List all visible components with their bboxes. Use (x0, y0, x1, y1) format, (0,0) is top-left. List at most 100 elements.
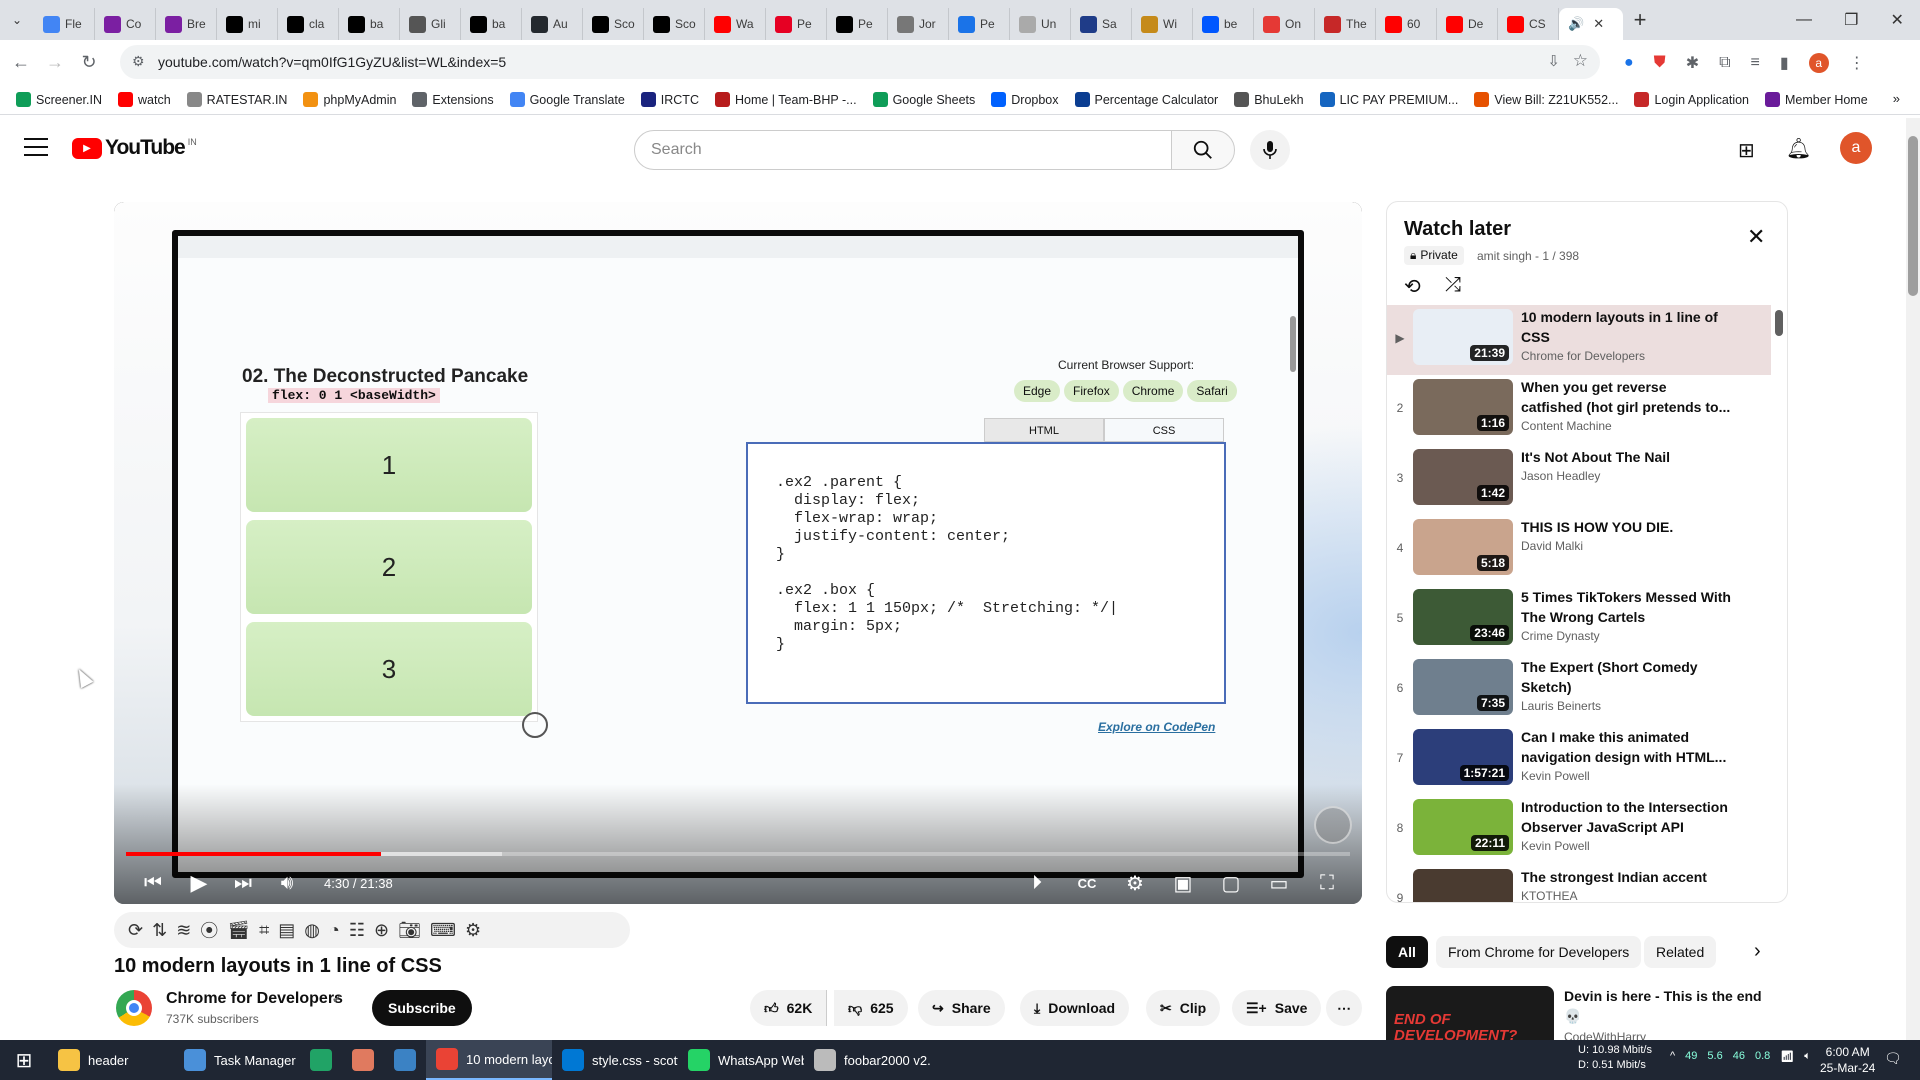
bookmark-item[interactable]: View Bill: Z21UK552... (1466, 92, 1626, 107)
channel-avatar[interactable] (116, 990, 152, 1026)
speed-icon[interactable]: ◔ (329, 920, 340, 941)
playlist-item[interactable]: 2 1:16 When you get reverse catfished (hot… (1387, 375, 1771, 445)
recommended-title[interactable]: Devin is here - This is the end 💀 (1564, 986, 1774, 1026)
previous-icon[interactable]: ⏮︎ (138, 868, 168, 898)
close-window-icon[interactable]: ✕ (1891, 10, 1904, 30)
wifi-icon[interactable]: 📶︎ (1780, 1050, 1794, 1063)
browser-tab[interactable]: Un (1010, 8, 1071, 40)
tab-active[interactable]: 🔊 ✕ (1559, 8, 1623, 40)
browser-tab[interactable]: Gli (400, 8, 461, 40)
filmstrip-icon[interactable]: ▤ (278, 920, 295, 941)
youtube-logo[interactable]: ▶ YouTube IN (72, 136, 197, 160)
playlist-item[interactable]: 3 1:42 It's Not About The Nail Jason Headle… (1387, 445, 1771, 515)
browser-tab[interactable]: cla (278, 8, 339, 40)
playlist-thumbnail[interactable]: 1:42 (1413, 449, 1513, 505)
like-button[interactable]: 👍︎ 62K (750, 990, 828, 1026)
browser-tab[interactable]: Co (95, 8, 156, 40)
tab-search-button[interactable]: ⌄ (0, 0, 34, 40)
restore-icon[interactable]: ❐ (1844, 10, 1858, 30)
taskbar-app[interactable] (300, 1040, 342, 1080)
bookmark-item[interactable]: Home | Team-BHP -... (707, 92, 865, 107)
extension-shield-icon[interactable]: ⛊ (1654, 54, 1666, 72)
sliders-icon[interactable]: ☷ (349, 920, 365, 941)
browser-tab[interactable]: Wa (705, 8, 766, 40)
browser-tab[interactable]: Sco (583, 8, 644, 40)
theater-mode-icon[interactable]: ▭ (1264, 868, 1294, 898)
bookmark-item[interactable]: Extensions (404, 92, 501, 107)
record-icon[interactable]: ⦿ (200, 917, 218, 943)
playlist-item[interactable]: 6 7:35 The Expert (Short Comedy Sketch) Lau… (1387, 655, 1771, 725)
bookmark-item[interactable]: LIC PAY PREMIUM... (1312, 92, 1467, 107)
reload-icon[interactable]: ↻ (72, 46, 106, 80)
taskbar-app[interactable]: Task Manager (174, 1040, 300, 1080)
bookmark-item[interactable]: IRCTC (633, 92, 707, 107)
notifications-tray-icon[interactable]: 🗨︎ (1884, 1050, 1902, 1067)
playlist-item-title[interactable]: The Expert (Short Comedy Sketch) (1521, 657, 1731, 697)
download-button[interactable]: ⤓ Download (1020, 990, 1130, 1026)
search-input[interactable]: Search (634, 130, 1172, 170)
new-tab-button[interactable]: + (1623, 7, 1657, 33)
bookmark-star-icon[interactable]: ☆ (1573, 51, 1588, 71)
extension-bug-icon[interactable]: ✱ (1686, 53, 1699, 73)
forward-icon[interactable]: → (38, 46, 72, 80)
search-button[interactable] (1171, 130, 1235, 170)
more-actions-button[interactable]: ⋯ (1326, 990, 1362, 1026)
shuffle-icon[interactable]: ⤮ (1445, 274, 1461, 297)
playlist-item[interactable]: 7 1:57:21 Can I make this animated navigat… (1387, 725, 1771, 795)
clock[interactable]: 6:00 AM 25-Mar-24 (1820, 1044, 1875, 1076)
browser-tab[interactable]: Sco (644, 8, 705, 40)
browser-tab[interactable]: Pe (827, 8, 888, 40)
voice-search-button[interactable] (1250, 130, 1290, 170)
subscribe-button[interactable]: Subscribe (372, 990, 472, 1026)
playlist-item-title[interactable]: Introduction to the Intersection Observe… (1521, 797, 1731, 837)
playlist-thumbnail[interactable]: 23:46 (1413, 589, 1513, 645)
playlist-item-title[interactable]: 5 Times TikTokers Messed With The Wrong … (1521, 587, 1731, 627)
play-icon[interactable]: ▶︎ (184, 868, 214, 898)
tray-expand-icon[interactable]: ^ (1670, 1050, 1675, 1063)
profile-avatar[interactable]: a (1808, 53, 1829, 73)
create-video-icon[interactable]: ⊞ (1738, 138, 1755, 163)
browser-tab[interactable]: De (1437, 8, 1498, 40)
side-panel-icon[interactable]: ▮ (1780, 53, 1789, 73)
share-button[interactable]: ↪ Share (918, 990, 1005, 1026)
playlist-item-title[interactable]: The strongest Indian accent (1521, 867, 1731, 887)
media-control-icon[interactable]: ≡ (1751, 54, 1760, 72)
bookmark-item[interactable]: RATESTAR.IN (179, 92, 296, 107)
playlist-item-title[interactable]: THIS IS HOW YOU DIE. (1521, 517, 1731, 537)
browser-tab[interactable]: CS (1498, 8, 1559, 40)
browser-tab[interactable]: mi (217, 8, 278, 40)
filter-icon[interactable]: ◍ (304, 920, 320, 941)
playlist-item-title[interactable]: 10 modern layouts in 1 line of CSS (1521, 307, 1731, 347)
playlist-item[interactable]: 8 22:11 Introduction to the Intersection O… (1387, 795, 1771, 865)
site-info-icon[interactable]: ⚙ (132, 53, 145, 70)
playlist-thumbnail[interactable]: 1:16 (1413, 379, 1513, 435)
video-player[interactable]: 02. The Deconstructed Pancake flex: 0 1 … (114, 202, 1362, 904)
playlist-thumbnail[interactable]: 21:39 (1413, 309, 1513, 365)
bookmark-item[interactable]: Screener.IN (8, 92, 110, 107)
extension-settings-icon[interactable]: ⚙ (465, 920, 481, 941)
chip-all[interactable]: All (1386, 936, 1428, 968)
bookmark-item[interactable]: Google Sheets (865, 92, 984, 107)
notifications-bell-icon[interactable]: 🔔︎ (1786, 136, 1811, 161)
bookmark-item[interactable]: BhuLekh (1226, 92, 1311, 107)
playlist-item-title[interactable]: When you get reverse catfished (hot girl… (1521, 377, 1731, 417)
camera-icon[interactable]: 📷︎ (398, 920, 421, 941)
playlist-thumbnail[interactable]: 22:11 (1413, 799, 1513, 855)
dislike-button[interactable]: 👎︎ 625 (834, 990, 908, 1026)
loop-icon[interactable]: ⟳ (128, 920, 143, 941)
browser-tab[interactable]: Fle (34, 8, 95, 40)
chip-related[interactable]: Related (1644, 936, 1717, 968)
speaker-icon[interactable]: 🔊 (1568, 16, 1584, 32)
back-icon[interactable]: ← (4, 46, 38, 80)
browser-tab[interactable]: Sa (1071, 8, 1132, 40)
bookmark-item[interactable]: Google Translate (502, 92, 633, 107)
playlist-item[interactable]: ▶ 21:39 10 modern layouts in 1 line of CSS… (1387, 305, 1771, 375)
save-button[interactable]: ☰+ Save (1232, 990, 1322, 1026)
sort-icon[interactable]: ⇅ (152, 920, 167, 941)
taskbar-app[interactable]: style.css - scott - Vi... (552, 1040, 678, 1080)
browser-tab[interactable]: ba (461, 8, 522, 40)
extensions-puzzle-icon[interactable]: ⧉ (1719, 54, 1730, 72)
browser-tab[interactable]: Wi (1132, 8, 1193, 40)
chip-from-channel[interactable]: From Chrome for Developers (1436, 936, 1642, 968)
browser-tab[interactable]: ba (339, 8, 400, 40)
